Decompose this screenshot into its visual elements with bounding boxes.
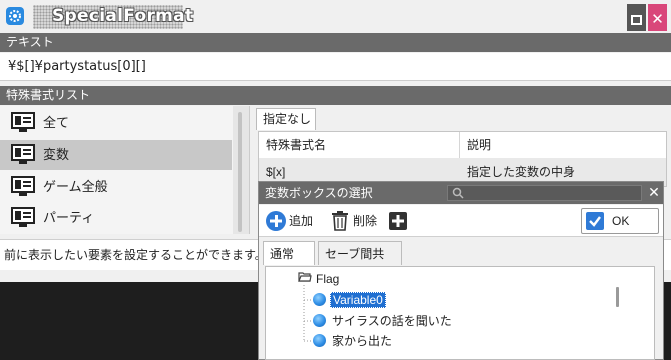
- monitor-icon: [11, 112, 35, 132]
- text-section-header: テキスト: [0, 33, 671, 52]
- add-button-label: 追加: [289, 214, 314, 228]
- list-item-label: パーティ: [43, 210, 95, 225]
- column-header-name[interactable]: 特殊書式名: [266, 132, 326, 158]
- checkmark-icon: [586, 212, 604, 230]
- list-item-label: 全て: [43, 115, 70, 130]
- list-item-party[interactable]: パーティ: [0, 203, 232, 233]
- delete-button-label: 削除: [353, 214, 378, 228]
- window-title: SpecialFormat: [52, 6, 194, 26]
- trash-icon: [332, 211, 348, 231]
- dialog-close-button[interactable]: ✕: [645, 182, 663, 204]
- format-list-header: 特殊書式リスト: [0, 86, 671, 105]
- add-folder-button[interactable]: [387, 209, 409, 233]
- tree-item-heard-silas[interactable]: サイラスの話を聞いた: [332, 311, 452, 331]
- format-table: 特殊書式名 説明 $[x] 指定した変数の中身: [258, 131, 667, 187]
- monitor-icon: [11, 207, 35, 227]
- variable-box-dialog: 変数ボックスの選択 ✕ 追加 削除 OK 通常 セーブ間共有 Flag: [258, 181, 664, 360]
- dialog-toolbar: 追加 削除 OK: [259, 205, 663, 237]
- maximize-button[interactable]: [627, 4, 646, 31]
- variable-tree: Flag Variable0 サイラスの話を聞いた 家から出た: [265, 266, 655, 360]
- variable-orb-icon: [313, 293, 326, 306]
- variable-orb-icon: [313, 314, 326, 327]
- list-item-all[interactable]: 全て: [0, 108, 232, 138]
- maximize-icon: [631, 15, 642, 25]
- tree-item-left-house[interactable]: 家から出た: [332, 331, 392, 351]
- ok-button[interactable]: OK: [581, 208, 659, 234]
- app-gear-icon: [6, 7, 24, 25]
- title-bar[interactable]: SpecialFormat ✕: [0, 0, 671, 32]
- list-item-variable[interactable]: 変数: [0, 140, 232, 170]
- variable-orb-icon: [313, 334, 326, 347]
- add-button[interactable]: 追加: [265, 209, 319, 233]
- tree-item-variable0[interactable]: Variable0: [330, 290, 386, 310]
- search-input[interactable]: [447, 185, 642, 201]
- column-header-description[interactable]: 説明: [467, 132, 491, 158]
- tab-normal[interactable]: 通常: [263, 241, 315, 265]
- scrollbar-thumb[interactable]: [238, 112, 242, 232]
- close-button[interactable]: ✕: [648, 4, 667, 31]
- plus-circle-icon: [266, 211, 286, 231]
- delete-button[interactable]: 削除: [329, 209, 383, 233]
- list-item-label: ゲーム全般: [43, 179, 108, 194]
- dialog-tabs: 通常 セーブ間共有: [263, 241, 661, 285]
- monitor-icon: [11, 176, 35, 196]
- list-scrollbar[interactable]: [233, 106, 249, 234]
- column-divider: [459, 132, 460, 158]
- list-item-game-general[interactable]: ゲーム全般: [0, 172, 232, 202]
- ok-button-label: OK: [612, 214, 630, 228]
- tab-unspecified[interactable]: 指定なし: [256, 108, 316, 130]
- list-item-label: 変数: [43, 147, 70, 162]
- search-icon: [452, 187, 464, 199]
- tree-item-label: Variable0: [330, 292, 386, 308]
- format-category-list: 全て 変数 ゲーム全般 パーティ: [0, 106, 250, 234]
- tab-shared-between-saves[interactable]: セーブ間共有: [318, 241, 402, 285]
- tree-scrollbar[interactable]: [616, 287, 619, 307]
- monitor-icon: [11, 144, 35, 164]
- format-text-input[interactable]: ¥$[]¥partystatus[0][]: [0, 53, 671, 81]
- plus-square-icon: [389, 212, 407, 230]
